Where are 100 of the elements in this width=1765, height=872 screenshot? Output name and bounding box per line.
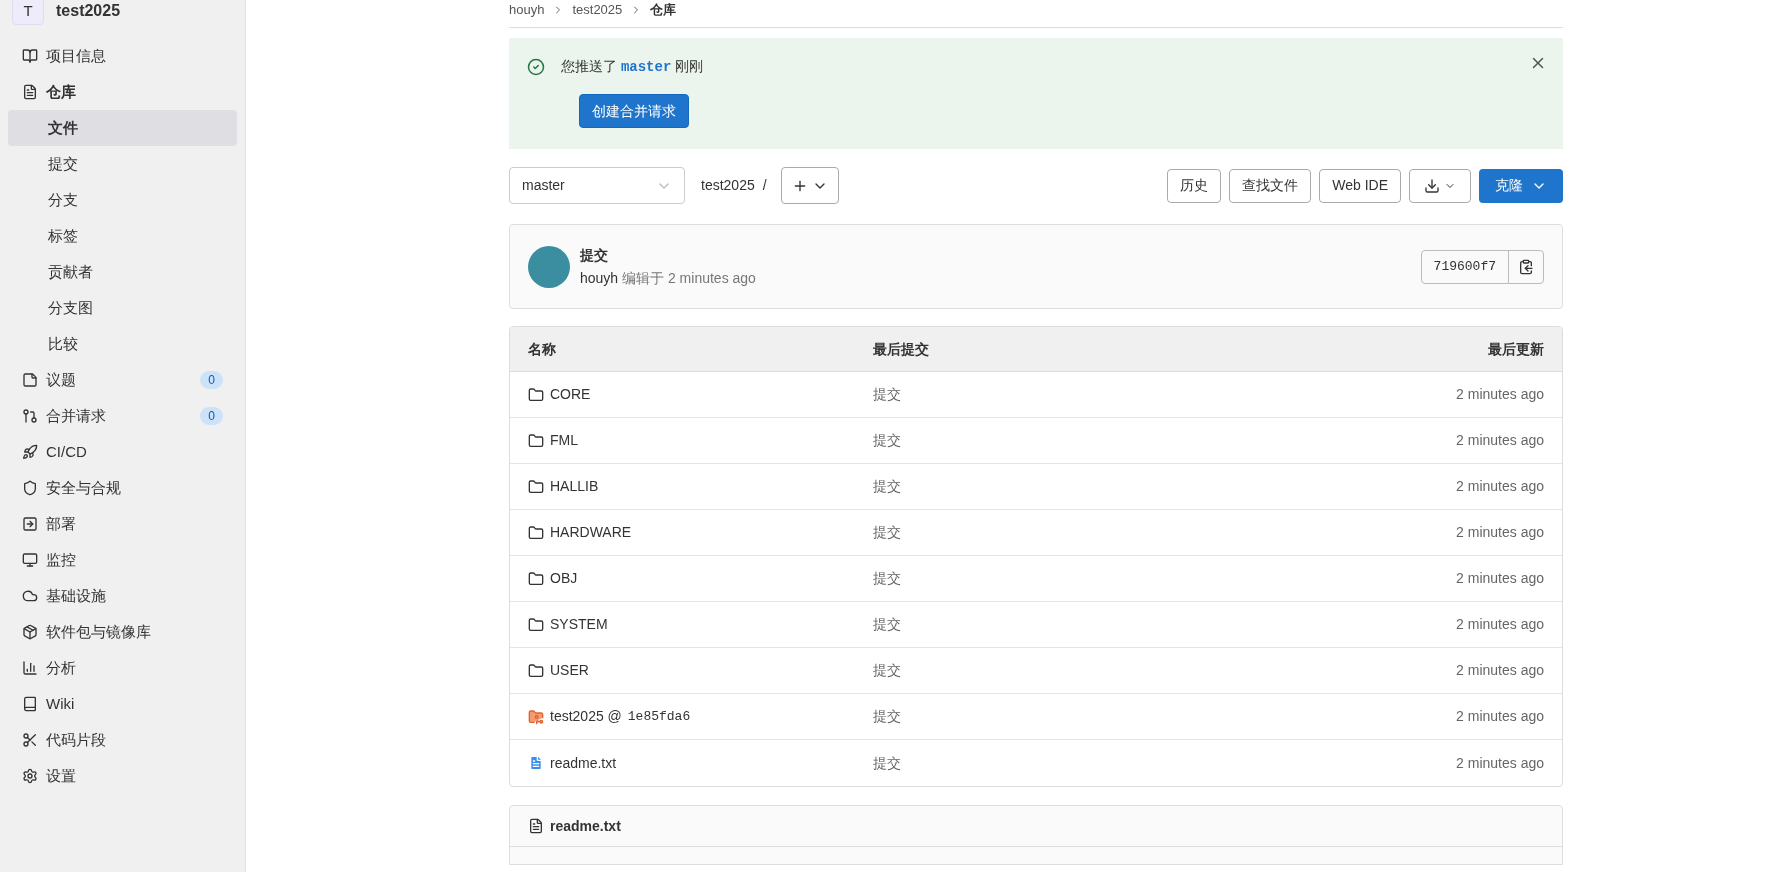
file-name[interactable]: USER [550, 660, 589, 681]
file-name[interactable]: HARDWARE [550, 522, 632, 543]
create-merge-request-button[interactable]: 创建合并请求 [579, 94, 689, 128]
path-segment[interactable]: test2025 [701, 175, 755, 196]
nav-item[interactable]: 基础设施 [8, 578, 237, 614]
commit-message[interactable]: 提交 [873, 614, 1209, 635]
commit-title[interactable]: 提交 [580, 244, 756, 266]
merge-request-icon [22, 408, 38, 424]
nav-item[interactable]: 安全与合规 [8, 470, 237, 506]
nav-item[interactable]: 项目信息 [8, 38, 237, 74]
path-separator: / [762, 176, 767, 195]
file-name[interactable]: OBJ [550, 568, 578, 589]
commit-message[interactable]: 提交 [873, 476, 1209, 497]
scissors-icon [22, 732, 38, 748]
folder-icon [528, 708, 544, 725]
project-name: test2025 [56, 1, 121, 21]
commit-hash[interactable]: 1e85fda6 [627, 706, 691, 727]
nav-item[interactable]: CI/CD [8, 434, 237, 470]
nav-item[interactable]: 分析 [8, 650, 237, 686]
document-icon [22, 84, 38, 100]
nav-subitem[interactable]: 提交 [8, 146, 237, 182]
updated-time: 2 minutes ago [1456, 661, 1544, 680]
file-name[interactable]: CORE [550, 384, 591, 405]
nav-subitem[interactable]: 文件 [8, 110, 237, 146]
nav-item[interactable]: 部署 [8, 506, 237, 542]
count-badge: 0 [200, 407, 223, 425]
clone-button[interactable]: 克隆 [1479, 168, 1563, 203]
package-icon [22, 624, 38, 640]
folder-icon [528, 478, 544, 495]
toolbar-button[interactable]: 历史 [1167, 168, 1222, 203]
updated-time: 2 minutes ago [1456, 431, 1544, 450]
download-dropdown-button[interactable] [1409, 168, 1471, 203]
nav-subitem[interactable]: 分支 [8, 182, 237, 218]
project-avatar: T [12, 0, 44, 25]
nav-subitem[interactable]: 分支图 [8, 290, 237, 326]
commit-message[interactable]: 提交 [873, 430, 1209, 451]
commit-message[interactable]: 提交 [873, 384, 1209, 405]
alert-message: 您推送了 master 刚刚 [561, 57, 704, 77]
updated-time: 2 minutes ago [1456, 615, 1544, 634]
toolbar-button[interactable]: 查找文件 [1229, 168, 1312, 203]
updated-time: 2 minutes ago [1456, 523, 1544, 542]
updated-time: 2 minutes ago [1456, 385, 1544, 404]
updated-time: 2 minutes ago [1456, 569, 1544, 588]
file-name[interactable]: readme.txt [550, 752, 617, 774]
monitor-icon [22, 552, 38, 568]
book-icon [22, 696, 38, 712]
readme-title: readme.txt [550, 816, 621, 836]
file-icon [528, 755, 544, 771]
bar-chart-icon [22, 660, 38, 676]
file-name[interactable]: SYSTEM [550, 614, 608, 635]
toolbar-button[interactable]: Web IDE [1319, 168, 1401, 203]
cloud-icon [22, 588, 38, 604]
clipboard-icon [1518, 258, 1534, 275]
commit-author[interactable]: houyh [580, 269, 619, 286]
nav-item[interactable]: 代码片段 [8, 722, 237, 758]
download-icon [1424, 177, 1440, 194]
nav-item[interactable]: 设置 [8, 758, 237, 794]
nav-item[interactable]: 仓库 [8, 74, 237, 110]
file-name[interactable]: HALLIB [550, 476, 599, 497]
breadcrumb-link[interactable]: test2025 [572, 0, 623, 20]
breadcrumb-link[interactable]: 仓库 [650, 0, 677, 20]
document-icon [528, 818, 544, 834]
nav-item[interactable]: 软件包与镜像库 [8, 614, 237, 650]
column-header: 最后更新 [1488, 339, 1544, 359]
folder-icon [528, 432, 544, 449]
folder-icon [528, 570, 544, 587]
rocket-icon [22, 444, 38, 460]
folder-icon [528, 386, 544, 403]
nav-subitem[interactable]: 贡献者 [8, 254, 237, 290]
settings-icon [22, 768, 38, 784]
folder-icon [528, 616, 544, 633]
updated-time: 2 minutes ago [1456, 753, 1544, 773]
folder-icon [528, 662, 544, 679]
file-name[interactable]: FML [550, 430, 578, 451]
nav-item[interactable]: 合并请求 0 [8, 398, 237, 434]
nav-item[interactable]: Wiki [8, 686, 237, 722]
file-name[interactable]: test2025 @ [550, 706, 622, 727]
column-header: 名称 [528, 339, 557, 359]
nav-subitem[interactable]: 标签 [8, 218, 237, 254]
avatar-placeholder [528, 245, 570, 288]
updated-time: 2 minutes ago [1456, 707, 1544, 726]
commit-message[interactable]: 提交 [873, 752, 1209, 774]
count-badge: 0 [200, 371, 223, 389]
nav-item[interactable]: 议题 0 [8, 362, 237, 398]
commit-message[interactable]: 提交 [873, 660, 1209, 681]
updated-time: 2 minutes ago [1456, 477, 1544, 496]
book-icon [22, 48, 38, 64]
folder-icon [528, 524, 544, 541]
nav-subitem[interactable]: 比较 [8, 326, 237, 362]
commit-message[interactable]: 提交 [873, 522, 1209, 543]
column-header: 最后提交 [873, 339, 930, 359]
nav-item[interactable]: 监控 [8, 542, 237, 578]
note-icon [22, 372, 38, 388]
commit-message[interactable]: 提交 [873, 706, 1209, 727]
add-dropdown-button[interactable] [780, 167, 839, 204]
shield-icon [22, 480, 38, 496]
breadcrumb-link[interactable]: houyh [509, 0, 545, 20]
branch-dropdown[interactable]: master [509, 167, 685, 204]
commit-message[interactable]: 提交 [873, 568, 1209, 589]
commit-meta: 编辑于 2 minutes ago [622, 269, 756, 286]
